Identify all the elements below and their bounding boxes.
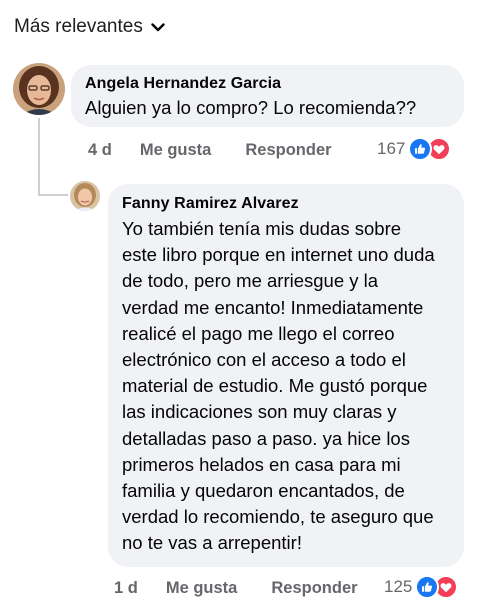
reaction-summary[interactable]: 167 (377, 137, 452, 161)
like-button[interactable]: Me gusta (140, 141, 212, 160)
comment-text-line: primeros helados en casa para mi (122, 453, 401, 475)
comment-text: Yo también tenía mis dudas sobre este li… (122, 216, 450, 557)
comment-timestamp[interactable]: 1 d (114, 579, 138, 598)
comment-text-line: realicé el pago me llego el correo (122, 322, 395, 344)
reply-button[interactable]: Responder (245, 141, 331, 160)
comment-text: Alguien ya lo compro? Lo recomienda?? (85, 97, 417, 118)
comment-text-line: detalladas paso a paso. ya hice los (122, 427, 410, 449)
comment-actions: 1 d Me gusta Responder (114, 576, 358, 600)
thread-connector-branch (38, 194, 68, 196)
comment-text-line: material de estudio. Me gustó porque (122, 375, 428, 397)
comment-bubble: Angela Hernandez Garcia Alguien ya lo co… (71, 65, 464, 127)
comment-text-line: familia y quedaron encantados, de (122, 480, 405, 502)
reaction-count: 167 (377, 139, 406, 158)
like-icon (415, 575, 440, 599)
comment-author[interactable]: Fanny Ramirez Alvarez (122, 194, 450, 214)
sort-dropdown[interactable]: Más relevantes (14, 14, 165, 40)
comment-text-line: verdad lo recomiendo, te aseguro que (122, 506, 434, 528)
avatar[interactable] (13, 63, 65, 115)
comment-author[interactable]: Angela Hernandez Garcia (85, 74, 450, 94)
comment-text-line: electrónico con el acceso a todo el (122, 349, 406, 371)
comment-bubble: Fanny Ramirez Alvarez Yo también tenía m… (108, 184, 464, 567)
avatar[interactable] (70, 181, 100, 211)
comment-text-line: las indicaciones son muy claras y (122, 401, 397, 423)
comment-text-line: Yo también tenía mis dudas sobre (122, 218, 402, 239)
reply-button[interactable]: Responder (271, 579, 357, 598)
reaction-count: 125 (384, 577, 413, 596)
like-button[interactable]: Me gusta (166, 579, 238, 598)
thread-connector-line (38, 118, 40, 196)
comment-text-line: este libro porque en internet uno duda (122, 244, 435, 266)
chevron-down-icon (151, 22, 165, 32)
sort-label: Más relevantes (14, 16, 143, 37)
comment-actions: 4 d Me gusta Responder (88, 138, 332, 162)
comment-timestamp[interactable]: 4 d (88, 141, 112, 160)
comment-text-line: de todo, pero me arriesgue y la (122, 270, 379, 292)
comment-text-line: no te vas a arrepentir! (122, 532, 302, 554)
reaction-summary[interactable]: 125 (384, 575, 459, 599)
comment-text-line: verdad me encanto! Inmediatamente (122, 296, 424, 318)
like-icon (408, 137, 433, 161)
